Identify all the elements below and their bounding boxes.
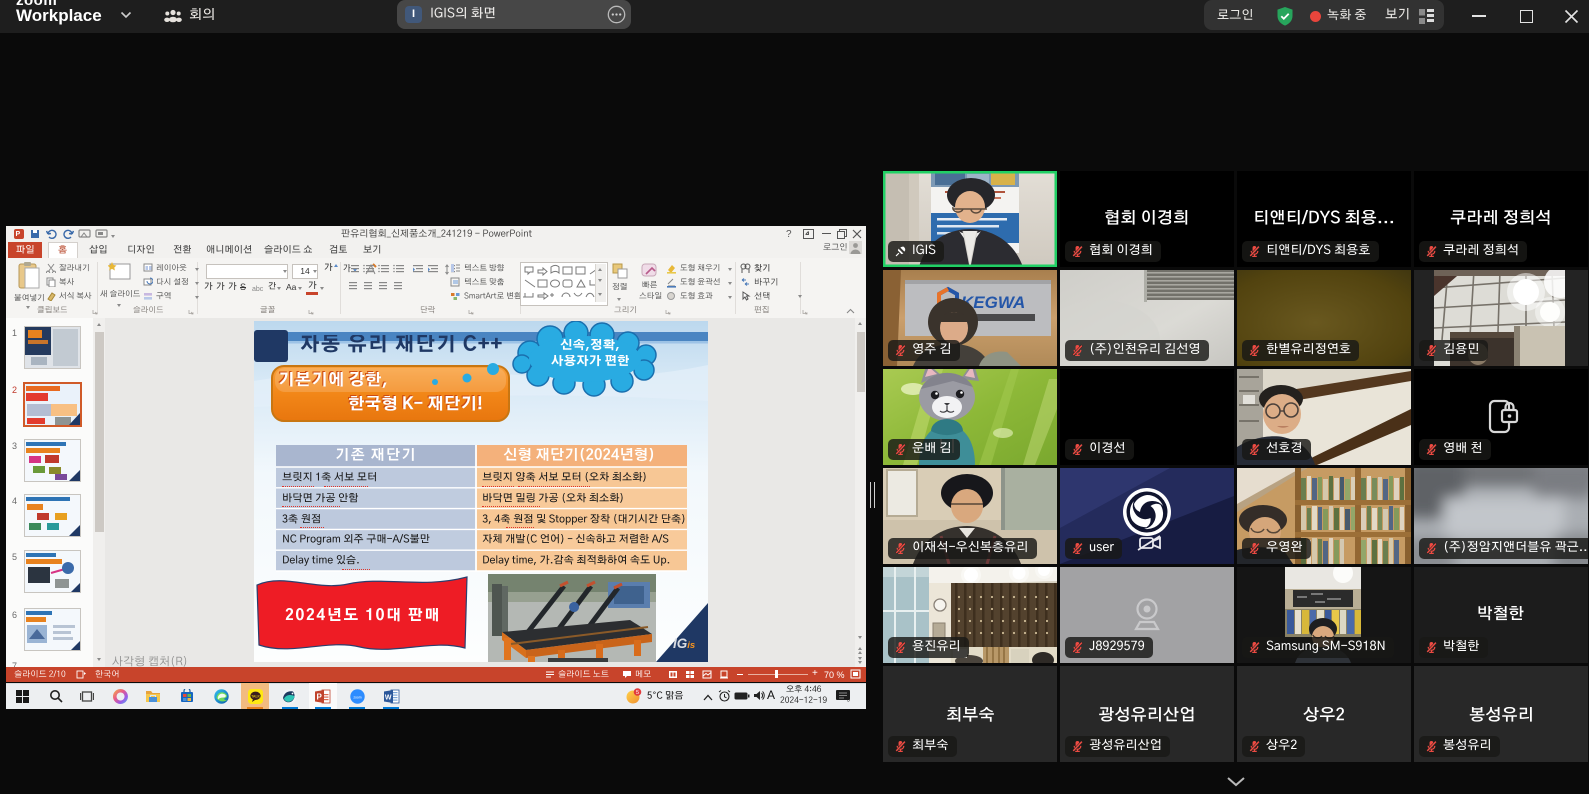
svg-text:zoom: zoom (353, 695, 361, 699)
svg-text:P: P (317, 693, 323, 702)
svg-text:5: 5 (636, 690, 639, 696)
svg-text:TALK: TALK (251, 695, 260, 699)
svg-text:W: W (385, 695, 392, 702)
svg-text:3: 3 (847, 698, 850, 703)
